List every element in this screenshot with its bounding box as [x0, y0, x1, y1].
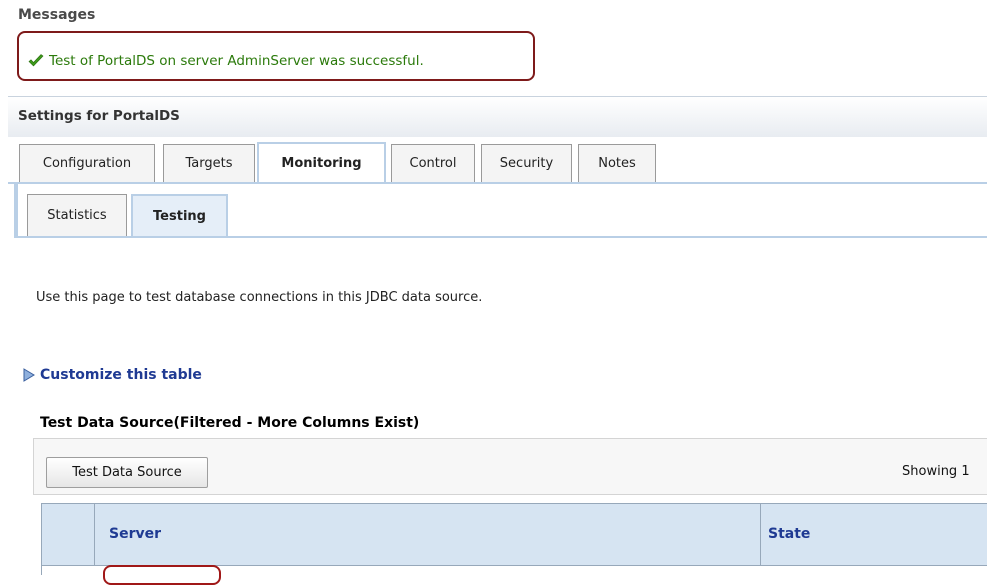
tab-targets[interactable]: Targets	[163, 144, 255, 182]
column-header-state[interactable]: State	[768, 526, 810, 542]
customize-table-link[interactable]: Customize this table	[40, 367, 202, 383]
tab-security[interactable]: Security	[481, 144, 572, 182]
tab-control[interactable]: Control	[391, 144, 475, 182]
subtab-statistics[interactable]: Statistics	[27, 194, 127, 236]
tab-configuration[interactable]: Configuration	[19, 144, 155, 182]
column-divider	[760, 503, 761, 575]
subtab-bar-divider	[14, 236, 987, 238]
server-cell-highlight	[103, 565, 221, 585]
page-description: Use this page to test database connectio…	[36, 290, 483, 305]
tab-notes[interactable]: Notes	[578, 144, 656, 182]
customize-table-toggle[interactable]: Customize this table	[22, 367, 202, 383]
success-message-text: Test of PortalDS on server AdminServer w…	[49, 53, 424, 69]
column-divider	[94, 503, 95, 575]
messages-heading: Messages	[18, 7, 96, 23]
test-data-source-button[interactable]: Test Data Source	[46, 457, 208, 488]
pagination-status: Showing 1	[902, 464, 970, 479]
table-caption: Test Data Source(Filtered - More Columns…	[40, 415, 420, 431]
tab-monitoring[interactable]: Monitoring	[257, 142, 386, 182]
expand-triangle-icon	[23, 368, 35, 382]
column-header-server[interactable]: Server	[109, 526, 161, 542]
checkmark-icon	[28, 54, 44, 67]
subtab-testing[interactable]: Testing	[131, 194, 228, 236]
success-message: Test of PortalDS on server AdminServer w…	[28, 53, 424, 69]
table-header	[41, 503, 987, 566]
settings-title: Settings for PortalDS	[18, 108, 180, 124]
